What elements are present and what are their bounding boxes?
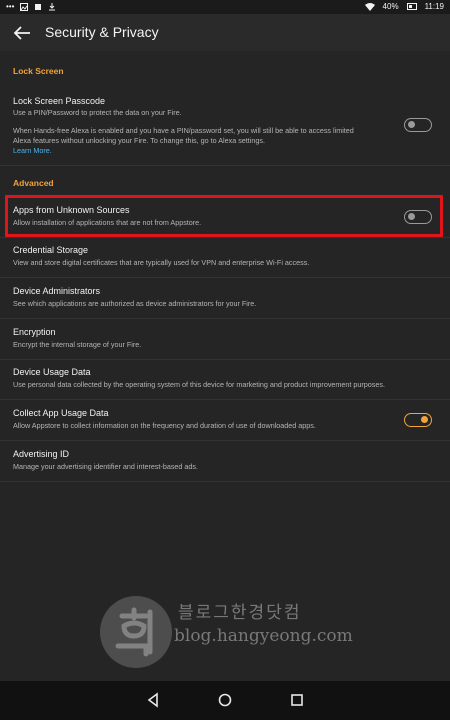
square-recents-icon xyxy=(291,694,303,706)
divider xyxy=(0,237,450,238)
setting-title: Apps from Unknown Sources xyxy=(13,205,130,215)
toggle-knob xyxy=(421,416,428,423)
nav-home-button[interactable] xyxy=(216,691,234,709)
page-title: Security & Privacy xyxy=(45,24,159,40)
watermark-hangul-text: 블로그한경닷컴 xyxy=(178,603,302,623)
setting-encryption[interactable]: Encryption Encrypt the internal storage … xyxy=(0,323,450,359)
toggle-knob xyxy=(408,121,415,128)
setting-title: Collect App Usage Data xyxy=(13,408,109,418)
battery-percent: 40% xyxy=(382,2,399,11)
status-bar-right: 40% 11:19 xyxy=(364,2,444,11)
section-header-advanced: Advanced xyxy=(13,178,54,188)
setting-apps-from-unknown-sources[interactable]: Apps from Unknown Sources Allow installa… xyxy=(0,201,450,237)
settings-list: Lock Screen Lock Screen Passcode Use a P… xyxy=(0,51,450,681)
setting-subtitle: See which applications are authorized as… xyxy=(13,299,257,308)
setting-device-usage-data[interactable]: Device Usage Data Use personal data coll… xyxy=(0,363,450,399)
divider xyxy=(0,165,450,166)
setting-subtitle: Alexa features without unlocking your Fi… xyxy=(13,136,265,145)
back-button[interactable] xyxy=(10,21,34,45)
setting-device-administrators[interactable]: Device Administrators See which applicat… xyxy=(0,282,450,318)
status-bar: ••• 40% 11:19 xyxy=(0,0,450,14)
notification-icon xyxy=(35,4,42,10)
lock-screen-passcode-toggle[interactable] xyxy=(404,118,432,132)
toggle-knob xyxy=(408,213,415,220)
divider xyxy=(0,277,450,278)
setting-subtitle: Allow installation of applications that … xyxy=(13,218,202,227)
nav-back-button[interactable] xyxy=(144,691,162,709)
setting-subtitle: Encrypt the internal storage of your Fir… xyxy=(13,340,142,349)
download-icon xyxy=(49,3,56,11)
battery-icon xyxy=(406,3,417,10)
section-header-lock-screen: Lock Screen xyxy=(13,66,64,76)
setting-title: Credential Storage xyxy=(13,245,89,255)
watermark-logo-icon xyxy=(100,596,172,668)
divider xyxy=(0,359,450,360)
setting-subtitle: When Hands-free Alexa is enabled and you… xyxy=(13,126,354,135)
wifi-icon xyxy=(364,2,375,11)
watermark-glyph xyxy=(115,607,153,657)
nav-recents-button[interactable] xyxy=(288,691,306,709)
setting-title: Advertising ID xyxy=(13,449,70,459)
setting-subtitle: Manage your advertising identifier and i… xyxy=(13,462,198,471)
setting-subtitle: Use personal data collected by the opera… xyxy=(13,380,385,389)
setting-title: Encryption xyxy=(13,327,56,337)
setting-title: Device Usage Data xyxy=(13,367,91,377)
divider xyxy=(0,440,450,441)
clock: 11:19 xyxy=(424,2,444,11)
setting-title: Lock Screen Passcode xyxy=(13,96,106,106)
image-icon xyxy=(20,3,29,11)
watermark: 블로그한경닷컴 blog.hangyeong.com xyxy=(96,590,366,680)
divider xyxy=(0,481,450,482)
setting-subtitle: View and store digital certificates that… xyxy=(13,258,310,267)
unknown-sources-toggle[interactable] xyxy=(404,210,432,224)
circle-home-icon xyxy=(218,693,232,707)
setting-subtitle: Allow Appstore to collect information on… xyxy=(13,421,316,430)
setting-subtitle: Use a PIN/Password to protect the data o… xyxy=(13,108,182,117)
status-bar-left-icons: ••• xyxy=(6,2,56,12)
divider xyxy=(0,318,450,319)
more-icon: ••• xyxy=(6,2,15,11)
app-bar: Security & Privacy xyxy=(0,14,450,51)
setting-advertising-id[interactable]: Advertising ID Manage your advertising i… xyxy=(0,445,450,481)
setting-lock-screen-passcode[interactable]: Lock Screen Passcode Use a PIN/Password … xyxy=(0,93,450,165)
collect-app-usage-toggle[interactable] xyxy=(404,413,432,427)
setting-title: Device Administrators xyxy=(13,286,101,296)
back-arrow-icon xyxy=(13,26,30,40)
navigation-bar xyxy=(0,681,450,720)
setting-credential-storage[interactable]: Credential Storage View and store digita… xyxy=(0,241,450,277)
divider xyxy=(0,399,450,400)
setting-collect-app-usage-data[interactable]: Collect App Usage Data Allow Appstore to… xyxy=(0,404,450,440)
learn-more-link[interactable]: Learn More. xyxy=(13,146,393,156)
watermark-url-text: blog.hangyeong.com xyxy=(174,626,353,646)
triangle-back-icon xyxy=(147,692,158,708)
